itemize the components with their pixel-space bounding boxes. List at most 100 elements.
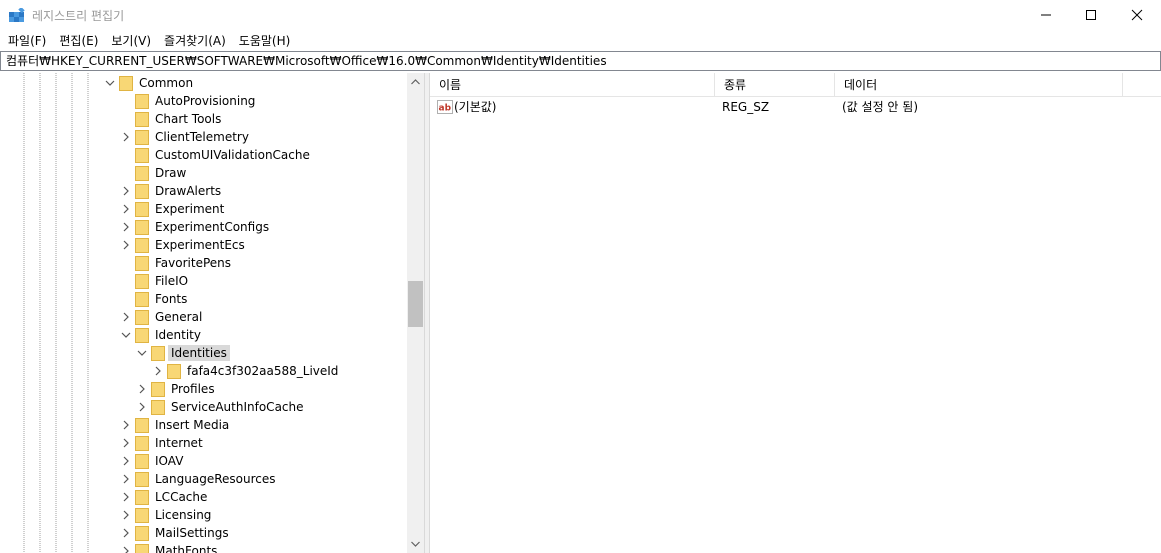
tree-item[interactable]: LCCache [0, 488, 408, 506]
chevron-down-icon[interactable] [120, 328, 132, 342]
tree-item[interactable]: ExperimentEcs [0, 236, 408, 254]
tree-item[interactable]: Experiment [0, 200, 408, 218]
menu-view[interactable]: 보기(V) [106, 32, 156, 49]
tree-item-label: MailSettings [155, 526, 229, 540]
folder-icon [135, 238, 149, 253]
tree-item[interactable]: CustomUIValidationCache [0, 146, 408, 164]
menu-bar: 파일(F) 편집(E) 보기(V) 즐겨찾기(A) 도움말(H) [0, 30, 1161, 51]
svg-text:ab: ab [439, 104, 452, 114]
chevron-right-icon[interactable] [120, 490, 132, 504]
tree-item-label: MathFonts [155, 544, 218, 553]
column-header-data[interactable]: 데이터 [835, 73, 1123, 97]
tree-item[interactable]: LanguageResources [0, 470, 408, 488]
column-header-name[interactable]: 이름 [430, 73, 715, 97]
tree-item[interactable]: AutoProvisioning [0, 92, 408, 110]
tree-item-label: Fonts [155, 292, 188, 306]
chevron-right-icon[interactable] [120, 544, 132, 553]
tree-item-label: ExperimentConfigs [155, 220, 270, 234]
tree-item[interactable]: ClientTelemetry [0, 128, 408, 146]
folder-icon [135, 526, 149, 541]
tree-item[interactable]: Insert Media [0, 416, 408, 434]
tree-item[interactable]: IOAV [0, 452, 408, 470]
string-value-icon: ab [437, 100, 453, 114]
chevron-right-icon[interactable] [120, 436, 132, 450]
folder-icon [135, 148, 149, 163]
folder-icon [135, 418, 149, 433]
tree-item-label: Insert Media [155, 418, 230, 432]
column-header-type[interactable]: 종류 [715, 73, 835, 97]
tree-item[interactable]: General [0, 308, 408, 326]
chevron-right-icon[interactable] [136, 382, 148, 396]
tree-item[interactable]: Common [0, 74, 408, 92]
tree-item-label: Draw [155, 166, 187, 180]
tree-item[interactable]: Identity [0, 326, 408, 344]
chevron-right-icon[interactable] [120, 508, 132, 522]
tree-item[interactable]: MathFonts [0, 542, 408, 553]
chevron-right-icon[interactable] [120, 184, 132, 198]
chevron-right-icon[interactable] [120, 526, 132, 540]
scroll-up-button[interactable] [407, 73, 424, 90]
chevron-right-icon[interactable] [120, 130, 132, 144]
tree-item[interactable]: ExperimentConfigs [0, 218, 408, 236]
close-button[interactable] [1114, 0, 1160, 30]
chevron-right-icon[interactable] [120, 202, 132, 216]
chevron-right-icon[interactable] [120, 472, 132, 486]
tree-item-label: IOAV [155, 454, 184, 468]
tree-item-label: DrawAlerts [155, 184, 222, 198]
folder-icon [135, 94, 149, 109]
close-icon [1131, 9, 1143, 21]
tree-item[interactable]: Licensing [0, 506, 408, 524]
chevron-right-icon[interactable] [120, 418, 132, 432]
chevron-right-icon[interactable] [152, 364, 164, 378]
tree-item-label: Identities [168, 345, 230, 361]
value-name: (기본값) [454, 100, 497, 114]
menu-help[interactable]: 도움말(H) [234, 32, 296, 49]
chevron-down-icon[interactable] [104, 76, 116, 90]
menu-favorites[interactable]: 즐겨찾기(A) [159, 32, 231, 49]
tree-item[interactable]: Fonts [0, 290, 408, 308]
tree-item[interactable]: Draw [0, 164, 408, 182]
folder-icon [135, 508, 149, 523]
folder-icon [151, 346, 165, 361]
menu-file[interactable]: 파일(F) [3, 32, 51, 49]
folder-icon [151, 400, 165, 415]
value-data: (값 설정 안 됨) [842, 100, 919, 114]
chevron-right-icon[interactable] [120, 238, 132, 252]
scroll-down-button[interactable] [407, 535, 424, 552]
folder-icon [135, 130, 149, 145]
minimize-button[interactable] [1023, 0, 1069, 30]
title-bar[interactable]: 레지스트리 편집기 [0, 0, 1161, 30]
tree-item[interactable]: ServiceAuthInfoCache [0, 398, 408, 416]
tree-item[interactable]: FavoritePens [0, 254, 408, 272]
list-header: 이름 종류 데이터 [430, 73, 1161, 97]
folder-icon [135, 184, 149, 199]
chevron-right-icon[interactable] [136, 400, 148, 414]
maximize-button[interactable] [1068, 0, 1114, 30]
folder-icon [167, 364, 181, 379]
key-tree[interactable]: Common AutoProvisioning Chart Tools ClientT… [0, 73, 425, 553]
tree-scrollbar[interactable] [407, 73, 424, 553]
tree-item-label: ServiceAuthInfoCache [171, 400, 304, 414]
tree-item[interactable]: FileIO [0, 272, 408, 290]
folder-icon [135, 112, 149, 127]
chevron-right-icon[interactable] [120, 220, 132, 234]
chevron-down-icon[interactable] [136, 346, 148, 360]
value-list[interactable]: 이름 종류 데이터 ab (기본값) REG_SZ (값 설정 안 됨) [429, 73, 1161, 553]
tree-item-label: Common [139, 76, 194, 90]
menu-edit[interactable]: 편집(E) [54, 32, 103, 49]
tree-item-label: fafa4c3f302aa588_LiveId [187, 364, 339, 378]
tree-item[interactable]: fafa4c3f302aa588_LiveId [0, 362, 408, 380]
tree-item[interactable]: DrawAlerts [0, 182, 408, 200]
folder-icon [135, 490, 149, 505]
list-row[interactable]: ab (기본값) REG_SZ (값 설정 안 됨) [430, 98, 1161, 116]
tree-item[interactable]: Internet [0, 434, 408, 452]
chevron-right-icon[interactable] [120, 310, 132, 324]
tree-item[interactable]: MailSettings [0, 524, 408, 542]
chevron-right-icon[interactable] [120, 454, 132, 468]
tree-item[interactable]: Profiles [0, 380, 408, 398]
scroll-thumb[interactable] [408, 281, 423, 327]
tree-item[interactable]: Chart Tools [0, 110, 408, 128]
address-bar[interactable]: 컴퓨터₩HKEY_CURRENT_USER₩SOFTWARE₩Microsoft… [0, 51, 1161, 71]
tree-item[interactable]: Identities [0, 344, 408, 362]
folder-icon [135, 256, 149, 271]
